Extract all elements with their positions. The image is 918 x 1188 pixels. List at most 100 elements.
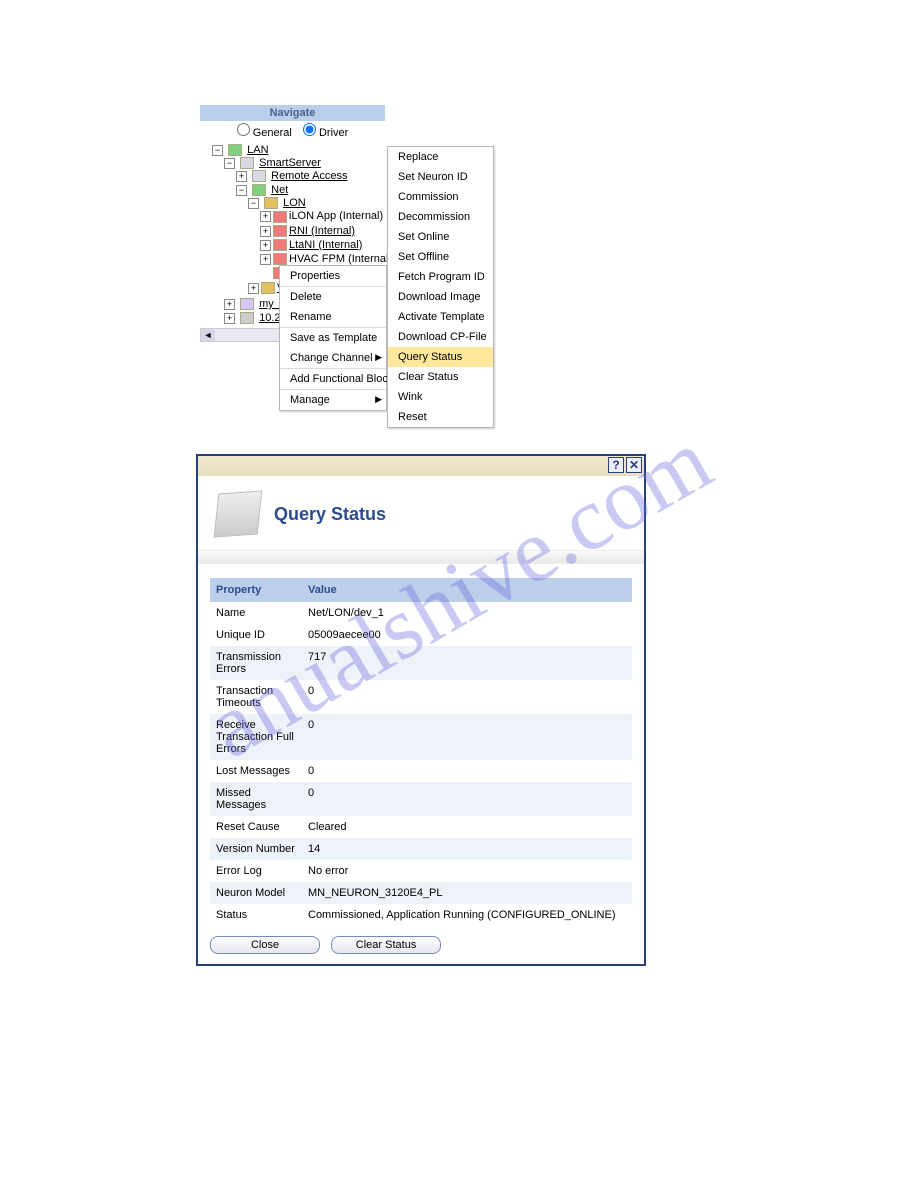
device-icon [273,239,287,251]
table-row: NameNet/LON/dev_1 [210,602,632,624]
prop-value: 0 [302,760,632,782]
dialog-titlebar: ? ✕ [198,456,644,476]
tree-ilon-app[interactable]: iLON App (Internal) [289,210,383,222]
expander-icon[interactable]: + [224,313,235,324]
mi-query-status[interactable]: Query Status [388,347,493,367]
prop-key: Reset Cause [210,816,302,838]
mi-manage[interactable]: Manage▶ [280,389,386,410]
expander-icon[interactable]: − [248,198,259,209]
mi-fetch-program-id[interactable]: Fetch Program ID [388,267,493,287]
server-icon [240,157,254,169]
device-icon [273,225,287,237]
prop-value: MN_NEURON_3120E4_PL [302,882,632,904]
tree-smartserver[interactable]: SmartServer [259,157,321,169]
prop-value: 14 [302,838,632,860]
device-icon [273,211,287,223]
mi-download-image[interactable]: Download Image [388,287,493,307]
expander-icon[interactable]: + [260,211,271,222]
clear-status-button[interactable]: Clear Status [331,936,441,954]
submenu-arrow-icon: ▶ [375,352,382,363]
close-button-icon[interactable]: ✕ [626,457,642,473]
expander-icon[interactable]: + [236,171,247,182]
dialog-separator [198,550,644,564]
mi-add-functional-block[interactable]: Add Functional Block [280,368,386,389]
mi-set-neuron-id[interactable]: Set Neuron ID [388,167,493,187]
tree-ltani[interactable]: LtaNI (Internal) [289,239,362,251]
tree-rni[interactable]: RNI (Internal) [289,225,355,237]
radio-general-input[interactable] [237,123,250,136]
table-row: Unique ID05009aecee00 [210,624,632,646]
mi-set-online[interactable]: Set Online [388,227,493,247]
prop-value: No error [302,860,632,882]
prop-value: Net/LON/dev_1 [302,602,632,624]
net-icon [252,184,266,196]
radio-driver-label: Driver [319,127,348,139]
prop-value: 05009aecee00 [302,624,632,646]
mi-replace[interactable]: Replace [388,147,493,167]
prop-value: Commissioned, Application Running (CONFI… [302,904,632,926]
property-table: Property Value NameNet/LON/dev_1Unique I… [210,578,632,926]
mi-wink[interactable]: Wink [388,387,493,407]
mi-commission[interactable]: Commission [388,187,493,207]
mi-clear-status[interactable]: Clear Status [388,367,493,387]
mi-reset[interactable]: Reset [388,407,493,427]
lan-icon [228,144,242,156]
mi-change-channel[interactable]: Change Channel▶ [280,348,386,368]
table-row: StatusCommissioned, Application Running … [210,904,632,926]
help-button-icon[interactable]: ? [608,457,624,473]
prop-key: Version Number [210,838,302,860]
table-row: Version Number14 [210,838,632,860]
expander-icon[interactable]: + [260,254,271,265]
prop-key: Error Log [210,860,302,882]
dialog-header: Query Status [210,486,632,550]
prop-value: 717 [302,646,632,680]
tree-lan[interactable]: LAN [247,144,268,156]
expander-icon[interactable]: − [212,145,223,156]
prop-key: Lost Messages [210,760,302,782]
mi-properties[interactable]: Properties [280,266,386,286]
expander-icon[interactable]: − [236,185,247,196]
expander-icon[interactable]: + [260,240,271,251]
prop-key: Receive Transaction Full Errors [210,714,302,760]
channel-icon [261,282,275,294]
table-row: Lost Messages0 [210,760,632,782]
tree-remote-access[interactable]: Remote Access [271,170,347,182]
expander-icon[interactable]: + [224,299,235,310]
device-icon [273,253,287,265]
expander-icon[interactable]: + [260,226,271,237]
dialog-body: Query Status Property Value NameNet/LON/… [198,476,644,964]
radio-driver-input[interactable] [303,123,316,136]
channel-icon [264,197,278,209]
expander-icon[interactable]: + [248,283,259,294]
nav-mode-row: General Driver [200,121,385,141]
radio-driver[interactable]: Driver [303,127,348,139]
mi-delete[interactable]: Delete [280,286,386,307]
mi-save-as-template[interactable]: Save as Template [280,327,386,348]
mi-set-offline[interactable]: Set Offline [388,247,493,267]
prop-key: Transmission Errors [210,646,302,680]
tree-lon[interactable]: LON [283,197,306,209]
prop-value: 0 [302,782,632,816]
context-menu-manage: Replace Set Neuron ID Commission Decommi… [387,146,494,428]
prop-key: Name [210,602,302,624]
table-row: Transmission Errors717 [210,646,632,680]
table-row: Error LogNo error [210,860,632,882]
mi-activate-template[interactable]: Activate Template [388,307,493,327]
tree-hvac-fpm[interactable]: HVAC FPM (Internal) [289,253,392,265]
mail-icon [240,298,254,310]
mi-decommission[interactable]: Decommission [388,207,493,227]
prop-value: 0 [302,680,632,714]
expander-icon[interactable]: − [224,158,235,169]
query-status-dialog: ? ✕ Query Status Property Value NameNet/… [196,454,646,966]
col-property: Property [210,578,302,602]
prop-key: Missed Messages [210,782,302,816]
scroll-left-icon[interactable]: ◄ [201,329,215,341]
tree-net[interactable]: Net [271,184,288,196]
close-button[interactable]: Close [210,936,320,954]
mi-rename[interactable]: Rename [280,307,386,327]
radio-general[interactable]: General [237,127,295,139]
prop-value: Cleared [302,816,632,838]
mi-manage-label: Manage [290,394,330,406]
prop-key: Neuron Model [210,882,302,904]
mi-download-cp-file[interactable]: Download CP-File [388,327,493,347]
